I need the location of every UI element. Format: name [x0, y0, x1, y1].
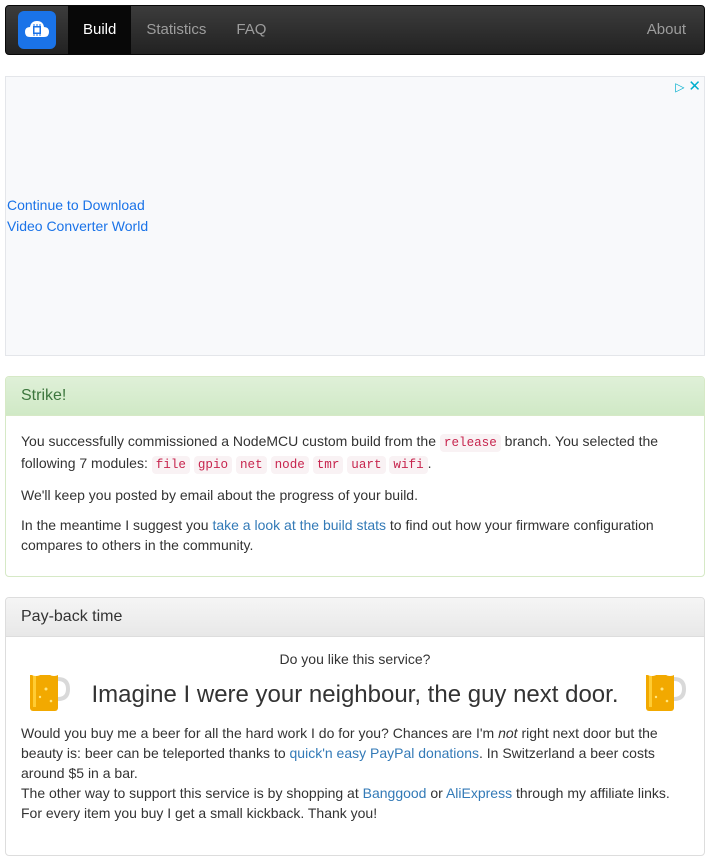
- paypal-donation-link[interactable]: quick'n easy PayPal donations: [290, 745, 479, 761]
- nav-build[interactable]: Build: [68, 6, 132, 54]
- text-segment: Would you buy me a beer for all the hard…: [21, 725, 499, 741]
- build-stats-text: In the meantime I suggest you take a loo…: [21, 515, 689, 555]
- text-segment: or: [426, 785, 446, 801]
- beer-mug-icon: [28, 658, 70, 711]
- beer-mug-icon: [644, 658, 686, 711]
- nav-about[interactable]: About: [632, 6, 704, 54]
- ad-banner[interactable]: ▷ ✕ Continue to Download Video Converter…: [5, 76, 705, 356]
- ad-link-download[interactable]: Continue to Download: [7, 195, 148, 216]
- service-question: Do you like this service?: [279, 651, 431, 667]
- module-code: wifi: [389, 456, 428, 474]
- payback-panel: Pay-back time Do you like this service? …: [5, 597, 705, 856]
- build-confirmation-text: You successfully commissioned a NodeMCU …: [21, 431, 689, 475]
- text-segment: .: [427, 455, 432, 471]
- module-code: uart: [347, 456, 386, 474]
- email-notice-text: We'll keep you posted by email about the…: [21, 487, 418, 503]
- neighbour-headline: Imagine I were your neighbour, the guy n…: [91, 681, 619, 708]
- nav-faq[interactable]: FAQ: [221, 6, 281, 54]
- donation-text: Would you buy me a beer for all the hard…: [21, 723, 689, 823]
- module-code: gpio: [193, 456, 233, 474]
- brand-logo-link[interactable]: [6, 6, 68, 54]
- text-segment: The other way to support this service is…: [21, 785, 363, 801]
- success-panel-body: You successfully commissioned a NodeMCU …: [6, 416, 704, 580]
- banggood-link[interactable]: Banggood: [363, 785, 427, 801]
- adchoices-play-icon[interactable]: ▷: [675, 77, 684, 97]
- success-panel: Strike! You successfully commissioned a …: [5, 376, 705, 577]
- text-segment: through my affiliate links.: [512, 785, 670, 801]
- payback-panel-heading: Pay-back time: [6, 598, 704, 637]
- build-stats-link[interactable]: take a look at the build stats: [212, 517, 386, 533]
- module-code: node: [270, 456, 309, 474]
- aliexpress-link[interactable]: AliExpress: [446, 785, 512, 801]
- text-segment: You successfully commissioned a NodeMCU …: [21, 433, 440, 449]
- ad-links: Continue to Download Video Converter Wor…: [7, 195, 148, 237]
- payback-panel-body: Do you like this service? Imagine I were…: [6, 637, 704, 833]
- module-code: net: [236, 456, 267, 474]
- text-segment: In the meantime I suggest you: [21, 517, 213, 533]
- cloud-chip-icon: [18, 11, 56, 49]
- module-code: tmr: [312, 456, 344, 474]
- text-segment: For every item you buy I get a small kic…: [21, 805, 378, 821]
- top-navbar: Build Statistics FAQ About: [5, 5, 705, 55]
- adchoices[interactable]: ▷ ✕: [675, 77, 701, 97]
- emphasis-text: not: [498, 725, 518, 741]
- nav-statistics[interactable]: Statistics: [131, 6, 221, 54]
- branch-code: release: [439, 434, 501, 452]
- ad-link-converter[interactable]: Video Converter World: [7, 216, 148, 237]
- ad-close-icon[interactable]: ✕: [688, 77, 701, 97]
- module-code: file: [151, 456, 190, 474]
- success-panel-heading: Strike!: [6, 377, 704, 416]
